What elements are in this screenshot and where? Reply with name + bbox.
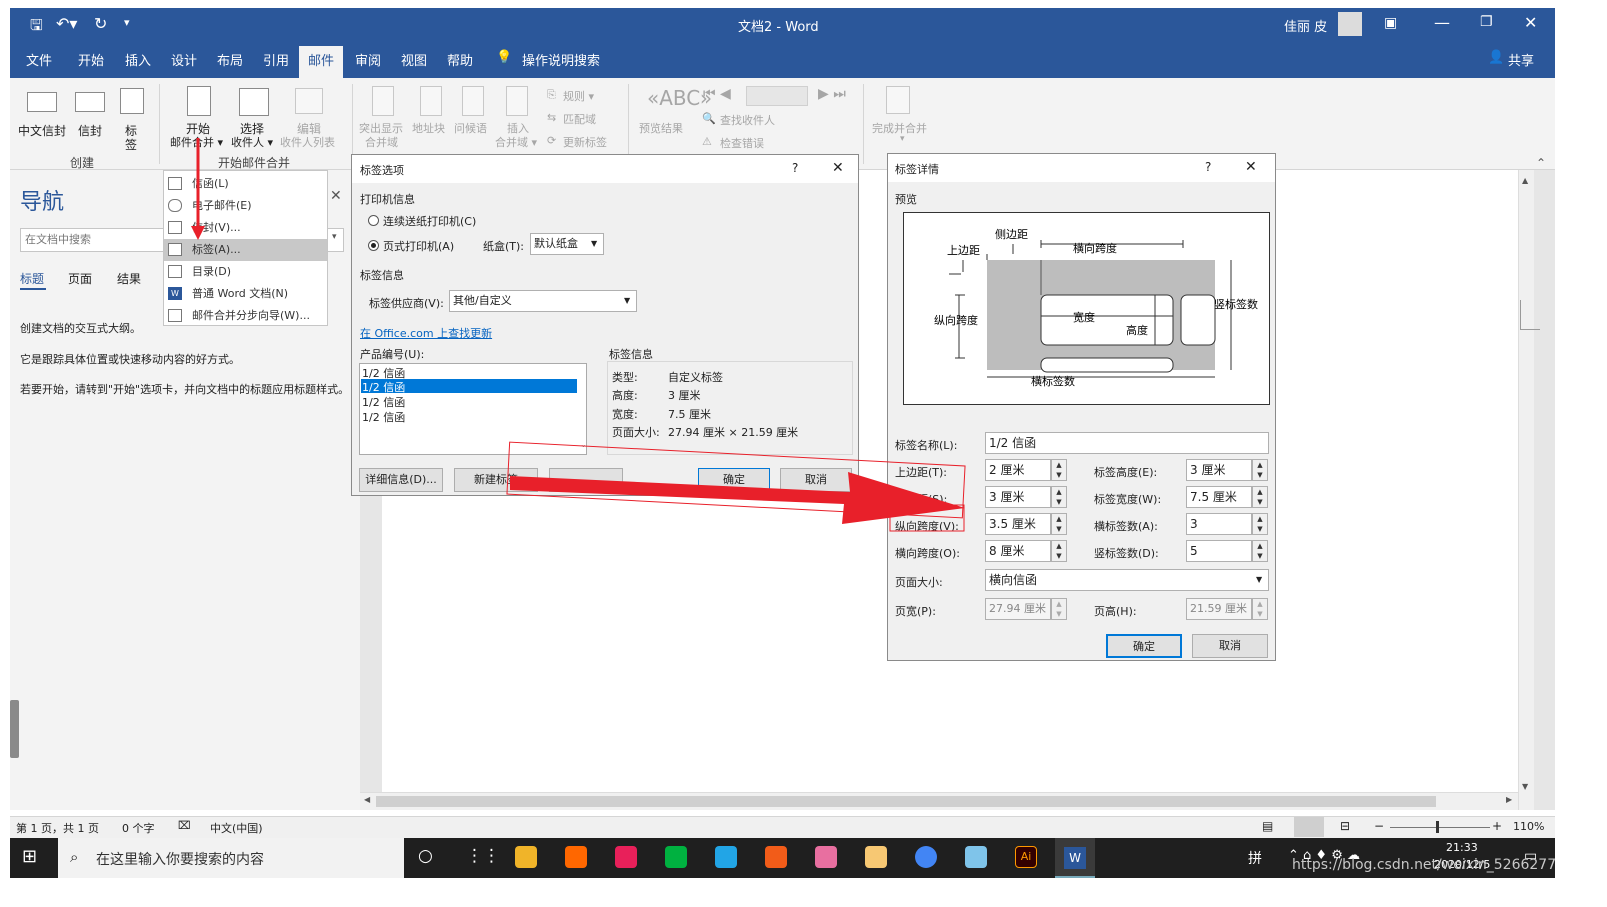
app-icon[interactable]	[865, 846, 887, 868]
annotation-arrowhead-down	[191, 226, 205, 240]
word-taskbar-button[interactable]: W	[1055, 838, 1095, 878]
app-icon[interactable]	[965, 846, 987, 868]
taskbar-search-placeholder: 在这里输入你要搜索的内容	[96, 852, 264, 868]
read-mode-icon[interactable]: ▤	[1262, 819, 1273, 833]
task-view-icon[interactable]: ○	[418, 846, 433, 866]
illustrator-icon[interactable]: Ai	[1015, 846, 1037, 868]
video-player-icon[interactable]	[715, 846, 737, 868]
word-icon: W	[1064, 847, 1086, 869]
status-bar: 第 1 页，共 1 页 0 个字 ⌧ 中文(中国) ▤ ⊟ − + 110%	[10, 816, 1555, 838]
zoom-level[interactable]: 110%	[1513, 820, 1544, 833]
mi-app-icon[interactable]	[565, 846, 587, 868]
search-icon: ⌕	[70, 848, 79, 866]
zoom-in-icon[interactable]: +	[1492, 819, 1502, 833]
media-app-icon[interactable]	[615, 846, 637, 868]
print-layout-button[interactable]	[1294, 817, 1324, 837]
taskbar-search-box[interactable]: ⌕ 在这里输入你要搜索的内容	[58, 838, 404, 878]
timeline-icon[interactable]: ⋮⋮	[466, 846, 500, 866]
zoom-slider[interactable]	[1390, 827, 1490, 828]
file-explorer-icon[interactable]	[515, 846, 537, 868]
status-words[interactable]: 0 个字	[122, 820, 155, 836]
proofing-icon[interactable]: ⌧	[178, 819, 191, 832]
clock-time[interactable]: 21:33	[1446, 841, 1478, 854]
windows-start-icon[interactable]: ⊞	[22, 846, 37, 867]
iqiyi-icon[interactable]	[665, 846, 687, 868]
web-layout-icon[interactable]: ⊟	[1340, 819, 1350, 833]
ime-indicator[interactable]: 拼	[1248, 848, 1262, 868]
zoom-out-icon[interactable]: −	[1374, 819, 1384, 833]
word-window: 🖫 ↶▾ ↻ ▾ 文档2 - Word 佳丽 皮 ▣ — ❐ ✕ 文件 开始 插…	[10, 8, 1555, 878]
watermark: https://blog.csdn.net/weixin_52662777	[1292, 857, 1555, 873]
annotation-overlay	[191, 138, 966, 532]
status-page[interactable]: 第 1 页，共 1 页	[16, 820, 99, 836]
zoom-thumb[interactable]	[1436, 821, 1439, 833]
app-icon[interactable]	[815, 846, 837, 868]
status-language[interactable]: 中文(中国)	[210, 820, 263, 836]
app-icon[interactable]	[765, 846, 787, 868]
chrome-icon[interactable]	[915, 846, 937, 868]
